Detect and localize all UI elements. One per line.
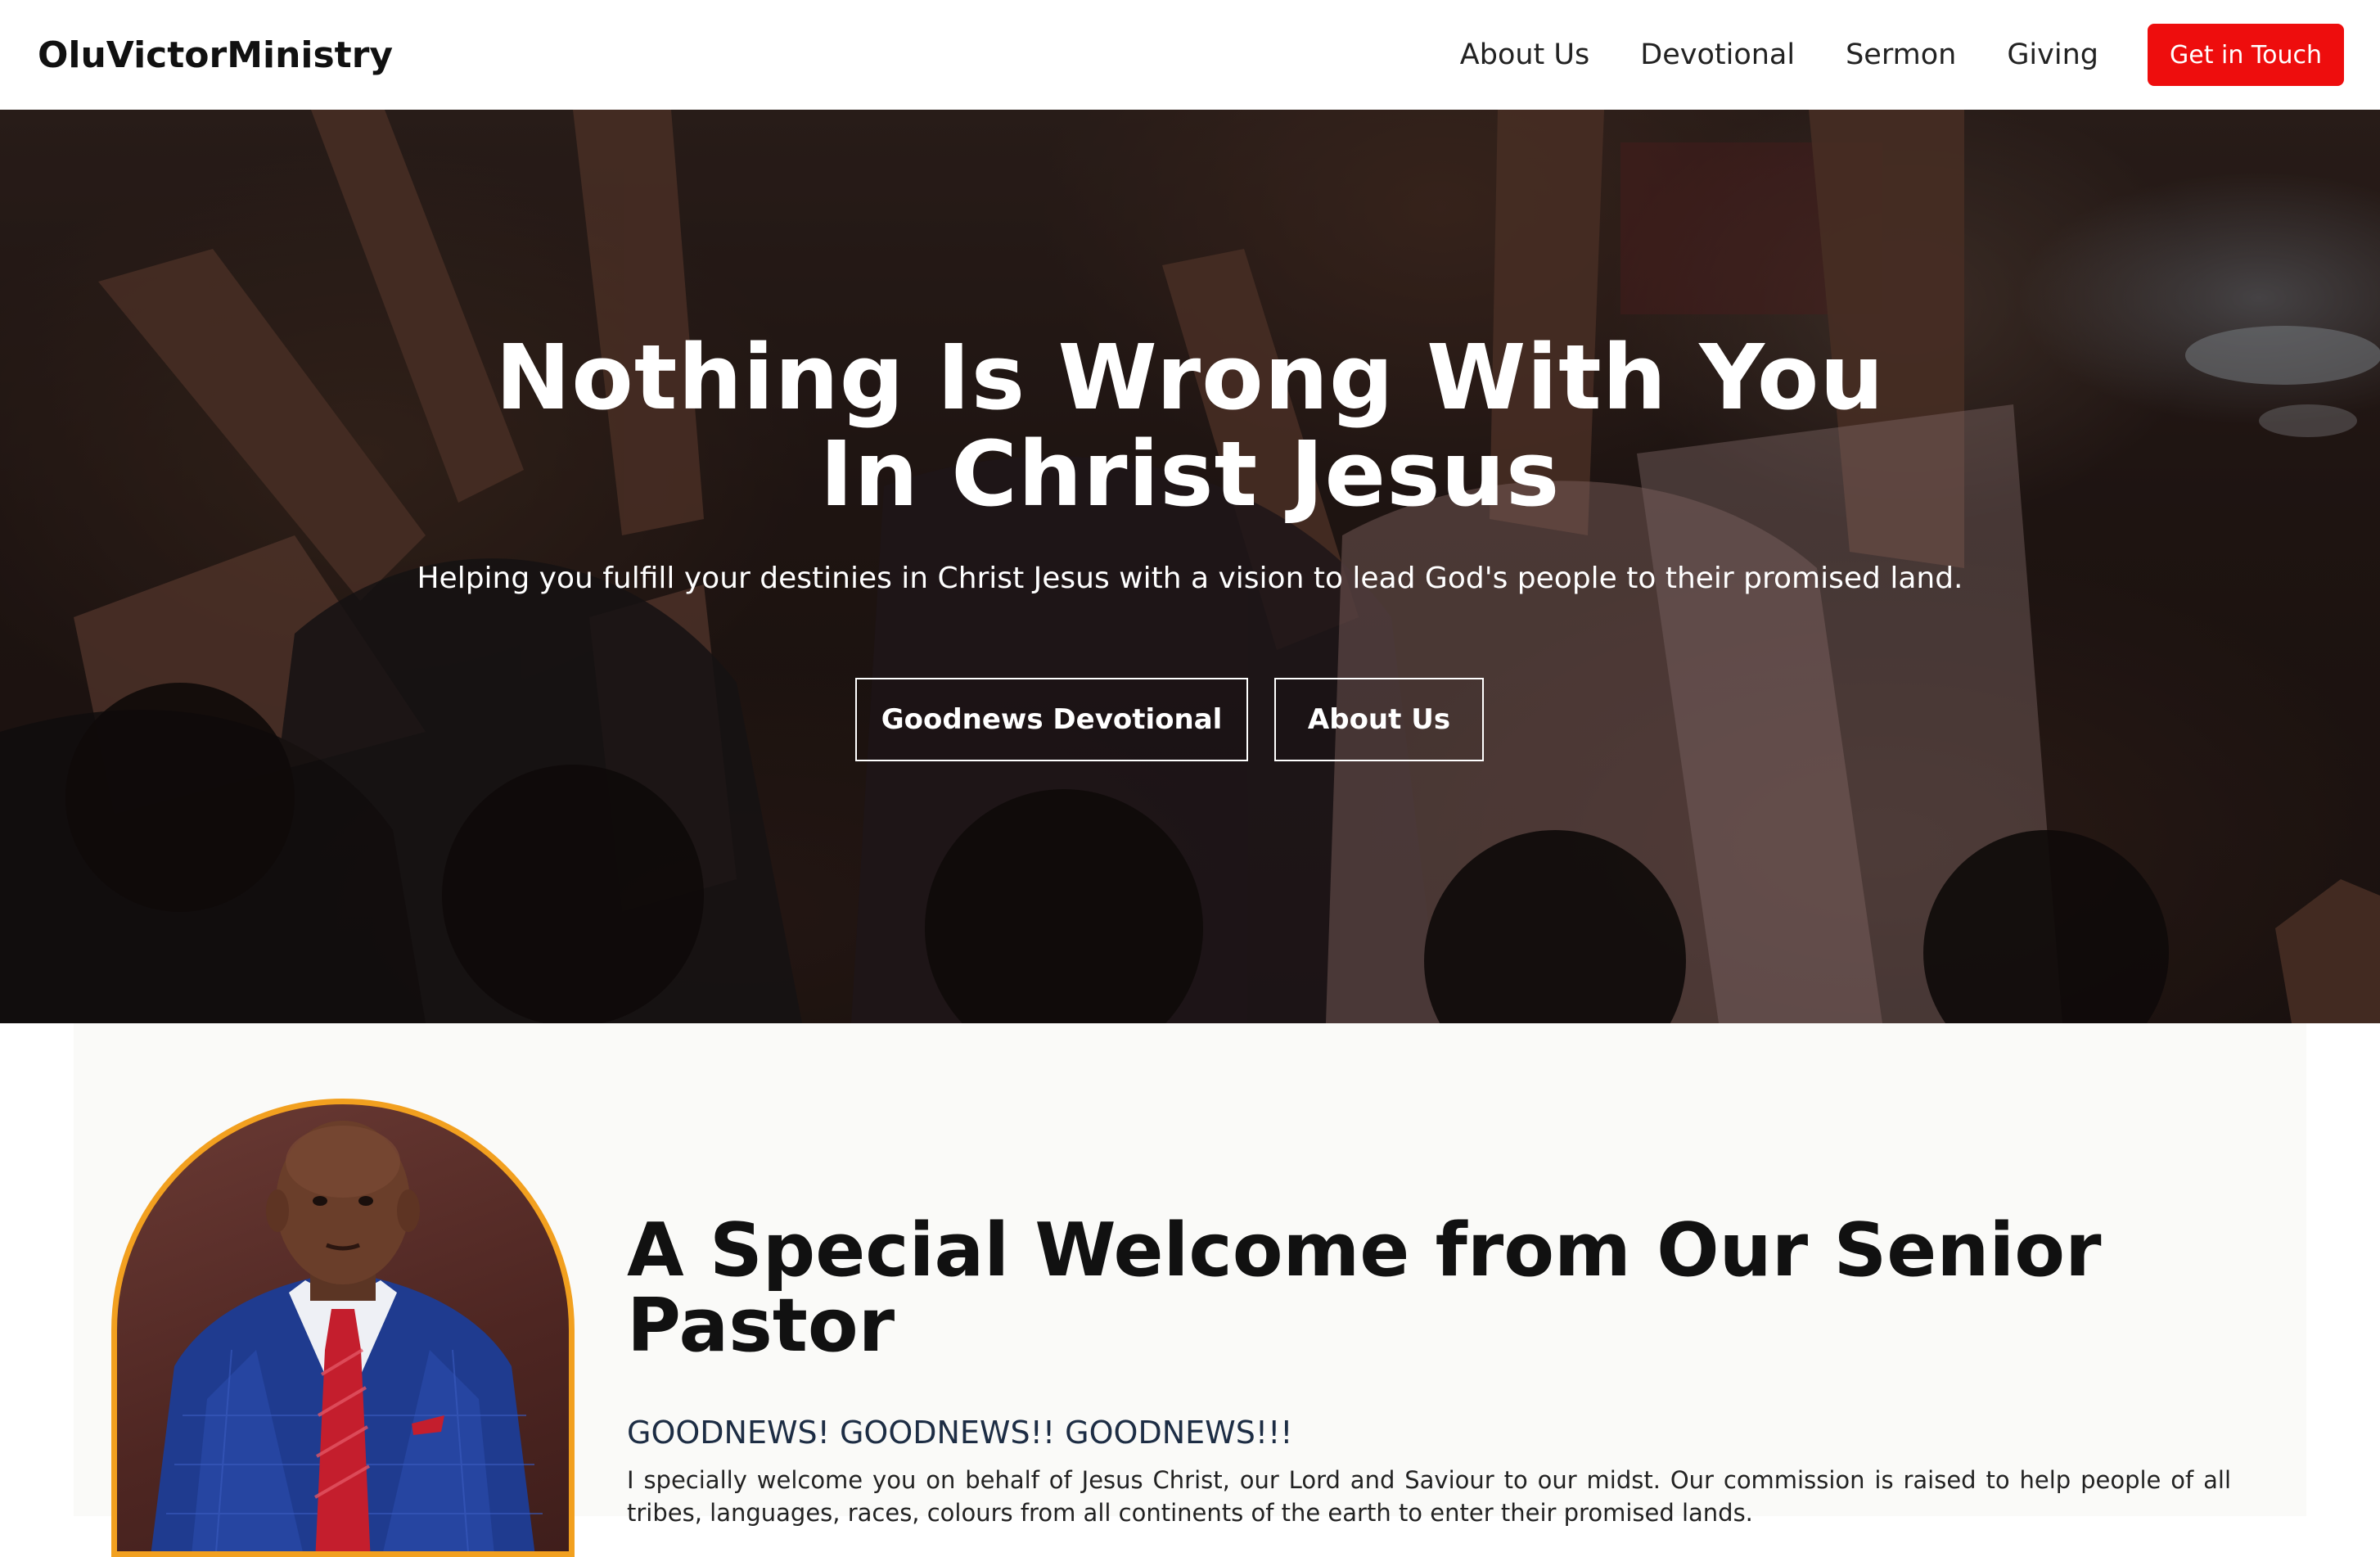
hero-subtitle: Helping you fulfill your destinies in Ch…	[417, 562, 1963, 595]
hero-title: Nothing Is Wrong With You In Christ Jesu…	[372, 329, 2008, 522]
site-header: OluVictorMinistry About Us Devotional Se…	[0, 0, 2380, 110]
hero-about-us-button[interactable]: About Us	[1274, 678, 1484, 761]
hero-content: Nothing Is Wrong With You In Christ Jesu…	[0, 110, 2380, 1023]
welcome-section: A Special Welcome from Our Senior Pastor…	[74, 1023, 2306, 1557]
hero-title-line-1: Nothing Is Wrong With You	[495, 325, 1885, 430]
main-nav: About Us Devotional Sermon Giving Get in…	[1409, 24, 2344, 86]
hero-title-line-2: In Christ Jesus	[819, 422, 1561, 526]
nav-devotional[interactable]: Devotional	[1640, 38, 1795, 71]
welcome-title: A Special Welcome from Our Senior Pastor	[627, 1207, 2102, 1369]
senior-pastor-photo	[111, 1099, 575, 1557]
welcome-body: I specially welcome you on behalf of Jes…	[627, 1466, 2231, 1527]
hero-buttons: Goodnews Devotional About Us	[0, 678, 2380, 761]
nav-about-us[interactable]: About Us	[1460, 38, 1589, 71]
goodnews-devotional-button[interactable]: Goodnews Devotional	[855, 678, 1248, 761]
pastor-portrait-illustration	[151, 1121, 543, 1551]
hero-section: Nothing Is Wrong With You In Christ Jesu…	[0, 110, 2380, 1023]
nav-sermon[interactable]: Sermon	[1846, 38, 1956, 71]
welcome-kicker: GOODNEWS! GOODNEWS!! GOODNEWS!!!	[627, 1415, 1293, 1451]
brand-logo[interactable]: OluVictorMinistry	[38, 34, 393, 76]
get-in-touch-button[interactable]: Get in Touch	[2148, 24, 2344, 86]
nav-giving[interactable]: Giving	[2007, 38, 2098, 71]
